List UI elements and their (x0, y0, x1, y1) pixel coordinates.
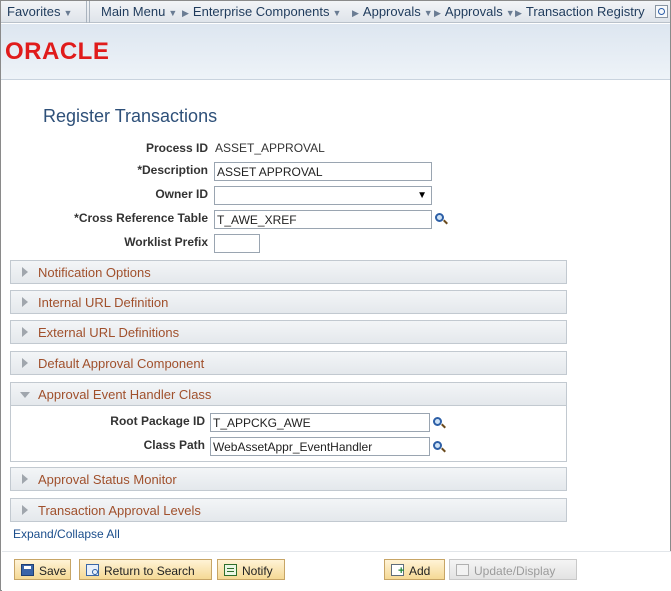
expand-triangle-icon (22, 297, 28, 307)
breadcrumb-label: Enterprise Components (192, 4, 330, 19)
return-to-search-button[interactable]: Return to Search (79, 559, 212, 580)
class-path-field[interactable]: WebAssetAppr_EventHandler (210, 437, 430, 456)
worklist-prefix-label: Worklist Prefix (124, 235, 208, 249)
section-transaction-approval-levels[interactable]: Transaction Approval Levels (10, 498, 567, 522)
save-button[interactable]: Save (14, 559, 71, 580)
main-menu-dropdown-icon: ▼ (168, 8, 178, 18)
chevron-right-icon: ▶ (182, 8, 189, 18)
chevron-down-icon: ▼ (417, 190, 427, 201)
cross-reference-table-field[interactable]: T_AWE_XREF (214, 210, 432, 229)
main-menu-label: Main Menu (101, 4, 166, 19)
breadcrumb-approvals-2[interactable]: ▶ Approvals ▼ (434, 4, 515, 19)
section-approval-status-monitor[interactable]: Approval Status Monitor (10, 467, 567, 491)
root-package-id-field[interactable]: T_APPCKG_AWE (210, 413, 430, 432)
cross-reference-table-label: *Cross Reference Table (74, 211, 208, 225)
search-icon[interactable] (655, 5, 668, 18)
lookup-icon[interactable] (432, 416, 446, 430)
add-button[interactable]: Add (384, 559, 445, 580)
chevron-right-icon: ▶ (434, 8, 441, 18)
expand-collapse-all-link[interactable]: Expand/Collapse All (13, 527, 120, 541)
notify-label: Notify (242, 564, 273, 578)
notify-button[interactable]: Notify (217, 559, 285, 580)
app-window: Favorites ▼ Main Menu ▼ ▶ Enterprise Compon… (0, 0, 671, 591)
top-nav-bar: Favorites ▼ Main Menu ▼ ▶ Enterprise Compon… (1, 1, 670, 23)
header-band: ORACLE (1, 24, 670, 80)
worklist-prefix-field[interactable] (214, 234, 260, 253)
section-title: Default Approval Component (38, 356, 205, 371)
breadcrumb-dropdown-icon: ▼ (332, 8, 342, 18)
main-menu[interactable]: Main Menu ▼ (101, 4, 177, 19)
return-to-search-icon (86, 564, 99, 576)
breadcrumb-label: Approvals (362, 4, 421, 19)
section-approval-event-handler-class[interactable]: Approval Event Handler Class (10, 382, 567, 406)
section-internal-url-definition[interactable]: Internal URL Definition (10, 290, 567, 314)
expand-triangle-icon (22, 474, 28, 484)
expand-triangle-icon (22, 505, 28, 515)
notify-icon (224, 564, 237, 576)
expand-triangle-icon (22, 358, 28, 368)
description-field[interactable]: ASSET APPROVAL (214, 162, 432, 181)
breadcrumb-approvals-1[interactable]: ▶ Approvals ▼ (352, 4, 433, 19)
section-external-url-definitions[interactable]: External URL Definitions (10, 320, 567, 344)
breadcrumb-label: Approvals (444, 4, 503, 19)
collapse-triangle-icon (20, 392, 30, 398)
chevron-right-icon: ▶ (352, 8, 359, 18)
section-title: Transaction Approval Levels (38, 503, 201, 518)
root-package-id-label: Root Package ID (110, 414, 205, 428)
chevron-right-icon: ▶ (515, 8, 522, 18)
update-display-icon (456, 564, 469, 576)
section-notification-options[interactable]: Notification Options (10, 260, 567, 284)
nav-separator (86, 1, 87, 23)
save-label: Save (39, 564, 67, 578)
breadcrumb-transaction-registry[interactable]: ▶ Transaction Registry (515, 4, 645, 19)
favorites-dropdown-icon: ▼ (63, 8, 73, 18)
oracle-logo: ORACLE (5, 38, 110, 65)
return-to-search-label: Return to Search (104, 564, 195, 578)
section-title: External URL Definitions (38, 325, 180, 340)
class-path-label: Class Path (143, 438, 205, 452)
owner-id-select[interactable]: ▼ (214, 186, 432, 205)
expand-triangle-icon (22, 327, 28, 337)
update-display-label: Update/Display (474, 564, 556, 578)
lookup-icon[interactable] (434, 212, 448, 226)
section-default-approval-component[interactable]: Default Approval Component (10, 351, 567, 375)
breadcrumb-label: Transaction Registry (525, 4, 645, 19)
add-icon (391, 564, 404, 576)
owner-id-label: Owner ID (155, 187, 208, 201)
section-title: Notification Options (38, 265, 151, 280)
section-title: Approval Event Handler Class (38, 387, 212, 402)
save-icon (21, 564, 34, 576)
section-title: Internal URL Definition (38, 295, 169, 310)
add-label: Add (409, 564, 431, 578)
breadcrumb-enterprise-components[interactable]: ▶ Enterprise Components ▼ (182, 4, 341, 19)
favorites-label: Favorites (7, 4, 61, 19)
nav-separator (89, 1, 90, 23)
section-title: Approval Status Monitor (38, 472, 177, 487)
favorites-menu[interactable]: Favorites ▼ (7, 4, 72, 19)
update-display-button[interactable]: Update/Display (449, 559, 577, 580)
page-title: Register Transactions (43, 106, 218, 126)
breadcrumb-dropdown-icon: ▼ (505, 8, 515, 18)
expand-triangle-icon (22, 267, 28, 277)
description-label: *Description (137, 163, 208, 177)
process-id-label: Process ID (145, 141, 208, 155)
breadcrumb-dropdown-icon: ▼ (423, 8, 433, 18)
lookup-icon[interactable] (432, 440, 446, 454)
process-id-value: ASSET_APPROVAL (215, 141, 325, 155)
